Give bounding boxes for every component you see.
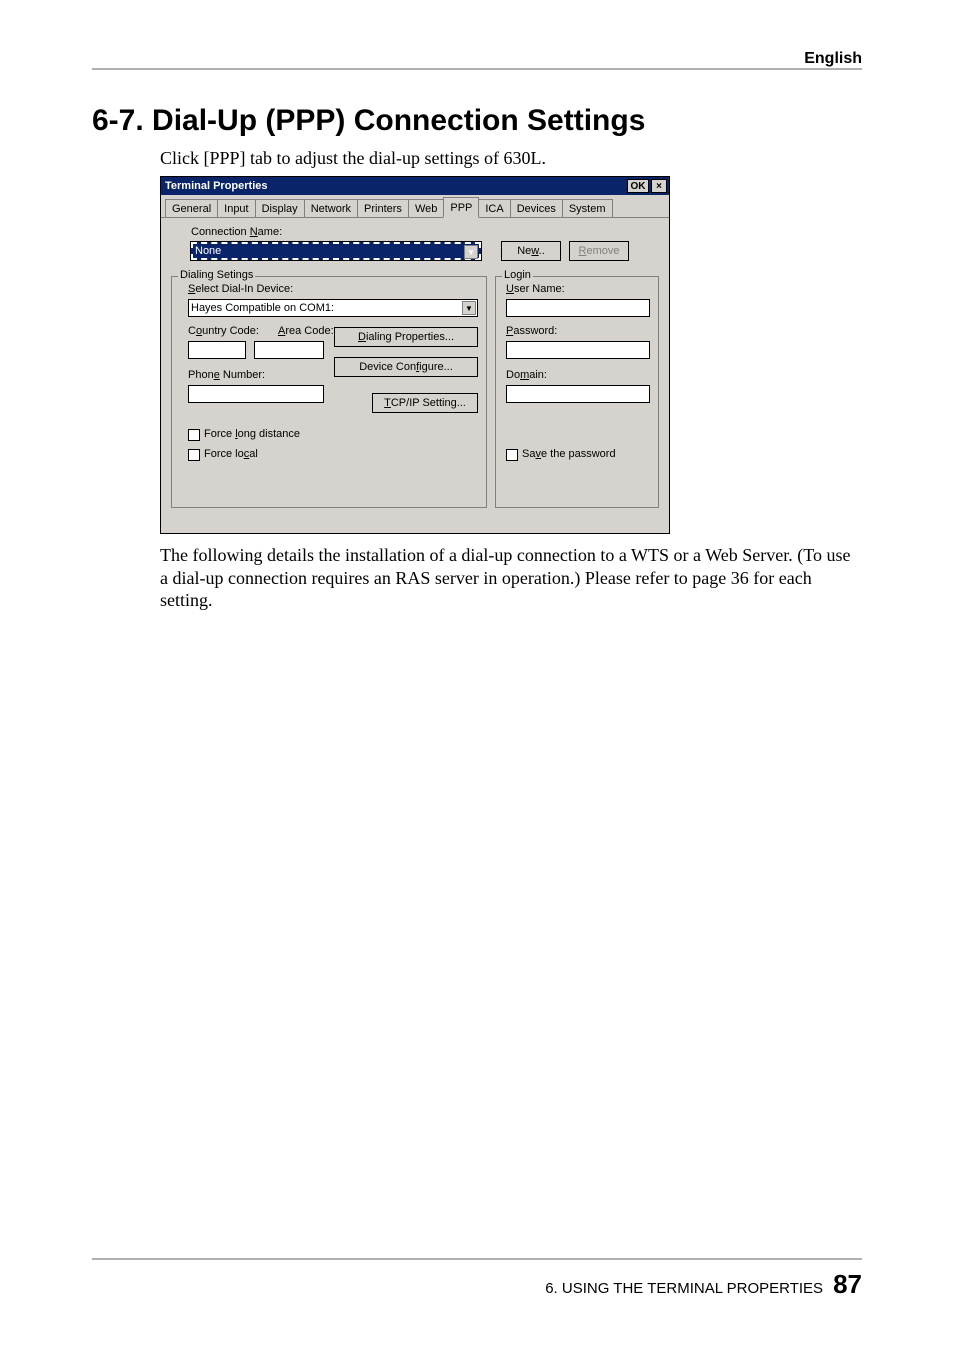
dialing-properties-button[interactable]: Dialing Properties...	[334, 327, 478, 347]
dialog-title: Terminal Properties	[163, 180, 625, 192]
footer-page-number: 87	[833, 1269, 862, 1300]
close-button[interactable]: ×	[651, 179, 667, 193]
connection-name-label: Connection Name:	[191, 226, 282, 238]
tab-web[interactable]: Web	[408, 199, 444, 217]
login-group: Login User Name: Password: Domain: Save …	[495, 276, 659, 508]
page-footer: 6. USING THE TERMINAL PROPERTIES 87	[545, 1269, 862, 1300]
tab-general[interactable]: General	[165, 199, 218, 217]
tab-input[interactable]: Input	[217, 199, 255, 217]
footer-divider	[92, 1258, 862, 1260]
tab-ppp[interactable]: PPP	[443, 197, 479, 218]
tab-ica[interactable]: ICA	[478, 199, 510, 217]
dialog-titlebar: Terminal Properties OK ×	[161, 177, 669, 195]
user-name-input[interactable]	[506, 299, 650, 317]
tab-system[interactable]: System	[562, 199, 613, 217]
area-code-input[interactable]	[254, 341, 324, 359]
dialing-settings-legend: Dialing Setings	[178, 269, 255, 281]
ok-button[interactable]: OK	[627, 179, 649, 193]
footer-chapter: 6. USING THE TERMINAL PROPERTIES	[545, 1280, 823, 1297]
force-local-checkbox[interactable]	[188, 449, 200, 461]
body-paragraph: The following details the installation o…	[160, 544, 862, 612]
login-legend: Login	[502, 269, 533, 281]
tab-strip: General Input Display Network Printers W…	[161, 195, 669, 218]
new-button[interactable]: New..	[501, 241, 561, 261]
intro-text: Click [PPP] tab to adjust the dial-up se…	[160, 148, 546, 169]
area-code-label: Area Code:	[278, 325, 334, 337]
device-configure-button[interactable]: Device Configure...	[334, 357, 478, 377]
force-local-label: Force local	[204, 448, 258, 460]
password-input[interactable]	[506, 341, 650, 359]
remove-button[interactable]: Remove	[569, 241, 629, 261]
tab-devices[interactable]: Devices	[510, 199, 563, 217]
tcpip-setting-button[interactable]: TCP/IP Setting...	[372, 393, 478, 413]
dialog-panel: Connection Name: None ▼ New.. Remove Dia…	[161, 218, 669, 536]
force-long-distance-checkbox[interactable]	[188, 429, 200, 441]
save-password-label: Save the password	[522, 448, 616, 460]
domain-label: Domain:	[506, 369, 547, 381]
chevron-down-icon[interactable]: ▼	[464, 245, 478, 259]
force-long-distance-label: Force long distance	[204, 428, 300, 440]
user-name-label: User Name:	[506, 283, 565, 295]
chevron-down-icon[interactable]: ▼	[462, 301, 476, 315]
dialing-settings-group: Dialing Setings Select Dial-In Device: H…	[171, 276, 487, 508]
password-label: Password:	[506, 325, 557, 337]
country-code-label: Country Code:	[188, 325, 259, 337]
tab-network[interactable]: Network	[304, 199, 358, 217]
country-code-input[interactable]	[188, 341, 246, 359]
header-language: English	[804, 50, 862, 68]
phone-number-input[interactable]	[188, 385, 324, 403]
save-password-checkbox[interactable]	[506, 449, 518, 461]
header-divider	[92, 68, 862, 70]
domain-input[interactable]	[506, 385, 650, 403]
select-dialin-label: Select Dial-In Device:	[188, 283, 293, 295]
dialog-terminal-properties: Terminal Properties OK × General Input D…	[160, 176, 670, 534]
tab-display[interactable]: Display	[255, 199, 305, 217]
phone-number-label: Phone Number:	[188, 369, 265, 381]
tab-printers[interactable]: Printers	[357, 199, 409, 217]
dialin-device-combo[interactable]: Hayes Compatible on COM1: ▼	[188, 299, 478, 317]
section-title: 6-7. Dial-Up (PPP) Connection Settings	[92, 104, 645, 138]
connection-name-combo[interactable]: None ▼	[191, 242, 481, 260]
